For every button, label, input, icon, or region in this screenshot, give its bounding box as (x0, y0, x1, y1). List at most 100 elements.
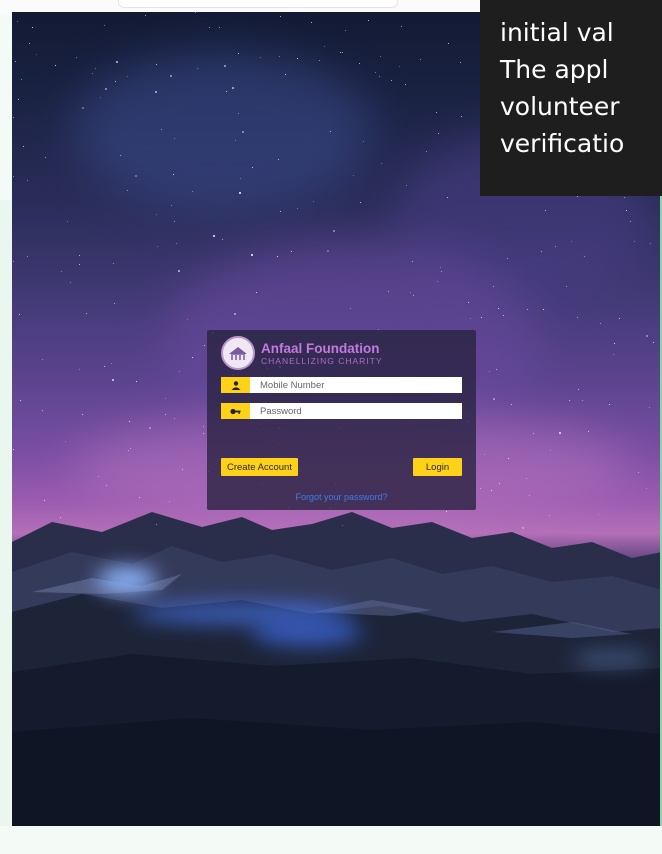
forgot-password-link[interactable]: Forgot your password? (207, 492, 476, 502)
star (76, 57, 77, 58)
nebula-cloud (72, 52, 372, 212)
create-account-button[interactable]: Create Account (221, 458, 298, 476)
star (114, 303, 115, 304)
brand-subtitle: CHANELLIZING CHARITY (261, 355, 383, 366)
star (129, 421, 130, 422)
star (178, 270, 180, 272)
key-icon (221, 403, 250, 419)
star (98, 476, 99, 477)
star (391, 80, 392, 81)
star (313, 201, 314, 202)
star (156, 64, 157, 65)
star (82, 107, 84, 109)
star (491, 490, 492, 491)
star (426, 151, 427, 152)
star (252, 167, 253, 168)
star (70, 282, 71, 283)
star (324, 46, 325, 47)
star (128, 450, 129, 451)
star (174, 221, 175, 222)
star (104, 366, 105, 367)
password-input[interactable] (250, 403, 462, 419)
star (600, 323, 601, 324)
star (161, 129, 162, 130)
star (13, 261, 14, 262)
star (363, 141, 364, 142)
star (555, 246, 556, 247)
star (533, 433, 534, 434)
star (224, 65, 226, 67)
star (197, 68, 198, 69)
star (577, 196, 578, 197)
bottom-bar (0, 826, 662, 854)
star (630, 221, 631, 222)
star (436, 112, 437, 113)
star (380, 56, 381, 57)
star (493, 398, 495, 400)
star (375, 72, 376, 73)
slide-text-line: The appl (500, 55, 609, 84)
star (235, 140, 236, 141)
star (234, 313, 236, 315)
star (130, 448, 131, 449)
star (67, 221, 68, 222)
star (156, 524, 157, 525)
star (106, 485, 107, 486)
star (280, 16, 281, 17)
star (566, 286, 567, 287)
star (222, 239, 223, 240)
star (105, 88, 107, 90)
star (65, 441, 66, 442)
star (149, 427, 151, 429)
slide-text-line: verificatio (500, 129, 625, 158)
star (481, 317, 482, 318)
star (420, 59, 421, 60)
star (388, 291, 389, 292)
star (598, 514, 599, 515)
star (503, 315, 504, 316)
star (242, 131, 244, 133)
star (541, 251, 542, 252)
star (613, 354, 614, 355)
star (489, 371, 490, 372)
star (526, 478, 527, 479)
star (174, 138, 175, 139)
star (360, 202, 361, 203)
star (582, 400, 583, 401)
star (559, 432, 561, 434)
star (165, 414, 166, 415)
brand-title: Anfaal Foundation (261, 340, 380, 356)
star (203, 433, 204, 434)
star (256, 292, 257, 293)
star (410, 292, 411, 293)
star (104, 25, 105, 26)
star (342, 52, 343, 53)
star (92, 73, 93, 74)
star (650, 243, 651, 244)
login-button[interactable]: Login (413, 458, 462, 476)
star (179, 371, 180, 372)
star (219, 27, 220, 28)
foundation-logo-icon (221, 336, 255, 370)
star (522, 527, 524, 529)
brand-text: Anfaal Foundation CHANELLIZING CHARITY (261, 341, 383, 366)
star (29, 43, 30, 44)
star (182, 469, 183, 470)
mobile-number-input[interactable] (250, 377, 462, 393)
star (319, 60, 320, 61)
slide-text-box: initial val The appl volunteer verificat… (480, 0, 662, 196)
star (195, 12, 196, 13)
star (44, 500, 45, 501)
star (171, 205, 172, 206)
star (100, 97, 101, 98)
slide-text-line: volunteer (500, 92, 620, 121)
star (511, 404, 512, 405)
star (297, 58, 298, 59)
star (21, 79, 22, 80)
star (498, 308, 499, 309)
star (584, 256, 585, 257)
star (86, 313, 87, 314)
user-icon (221, 377, 250, 393)
star (79, 369, 80, 370)
star (447, 197, 448, 198)
